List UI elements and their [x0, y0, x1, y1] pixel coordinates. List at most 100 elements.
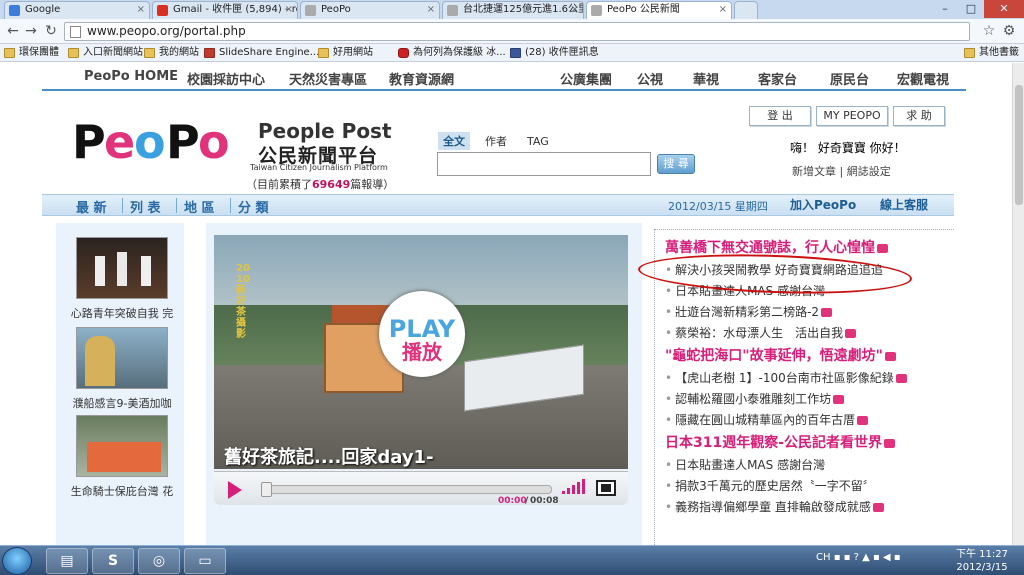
new-badge-icon: [895, 374, 907, 383]
headline-item[interactable]: 萬善橋下無交通號誌，行人心惶惶: [665, 237, 888, 257]
bookmark-item[interactable]: 為何列為保護級 冰...: [398, 46, 506, 60]
close-tab-icon[interactable]: ×: [571, 2, 579, 18]
bookmark-item[interactable]: SlideShare Engine...: [204, 46, 319, 60]
forward-arrow-icon[interactable]: →: [22, 22, 40, 40]
bookmark-label: 入口新聞網站: [83, 47, 143, 58]
logout-button[interactable]: 登 出: [749, 106, 811, 126]
new-tab-button[interactable]: [734, 1, 758, 19]
nav-indigenous[interactable]: 原民台: [830, 69, 869, 88]
close-tab-icon[interactable]: ×: [719, 2, 727, 18]
bookmark-item[interactable]: 入口新聞網站: [68, 46, 143, 60]
bookmark-item[interactable]: (28) 收件匣訊息: [510, 46, 599, 60]
headline-item[interactable]: • 隱藏在圓山城精華區內的百年古厝: [665, 411, 869, 428]
play-icon[interactable]: [228, 481, 242, 499]
bookmark-star-icon[interactable]: ☆: [980, 22, 998, 40]
my-peopo-button[interactable]: MY PEOPO: [816, 106, 888, 126]
headline-item[interactable]: • 捐款3千萬元的歷史居然〝一字不留〞: [665, 477, 875, 494]
search-tab-fulltext[interactable]: 全文: [438, 132, 470, 150]
search-input[interactable]: [437, 152, 651, 176]
new-article-link[interactable]: 新增文章: [792, 165, 836, 178]
window-icon[interactable]: ▭: [184, 548, 226, 574]
peopo-logo[interactable]: P e o P o: [72, 115, 252, 175]
nav-hakka[interactable]: 客家台: [758, 69, 797, 88]
browser-tab-gmail[interactable]: Gmail - 收件匣 (5,894) - rc ×: [152, 1, 298, 19]
thumbnail-image[interactable]: [76, 237, 168, 299]
window-close-icon[interactable]: ✕: [984, 0, 1024, 18]
headline-item[interactable]: 日本311週年觀察-公民記者看世界: [665, 432, 896, 452]
scrollbar-thumb[interactable]: [1015, 85, 1023, 205]
clock-date: 2012/3/15: [956, 562, 1008, 573]
secnav-list[interactable]: 列 表: [130, 197, 161, 216]
headline-item[interactable]: • 認輔松羅國小泰雅雕刻工作坊: [665, 390, 845, 407]
secnav-map[interactable]: 地 區: [184, 197, 215, 216]
headline-item[interactable]: • 蔡榮裕：水母漂人生 活出自我: [665, 324, 857, 341]
nav-cts[interactable]: 華視: [693, 69, 719, 88]
bookmark-item[interactable]: 我的網站: [144, 46, 199, 60]
bullet-icon: •: [665, 305, 673, 319]
progress-slider[interactable]: [261, 482, 552, 497]
volume-icon[interactable]: [560, 472, 592, 506]
reload-icon[interactable]: ↻: [42, 22, 60, 40]
maximize-icon[interactable]: □: [958, 0, 984, 18]
search-button[interactable]: 搜 尋: [657, 154, 695, 174]
browser-tab-article[interactable]: 台北捷運125億元進1.6公里 ×: [442, 1, 584, 19]
search-tab-author[interactable]: 作者: [480, 132, 512, 150]
close-tab-icon[interactable]: ×: [137, 2, 145, 18]
new-badge-icon: [845, 329, 857, 338]
nav-campus[interactable]: 校園採訪中心: [187, 69, 265, 88]
headline-text: 隱藏在圓山城精華區內的百年古厝: [675, 413, 856, 427]
taskbar-clock[interactable]: 下午 11:27 2012/3/15: [952, 548, 1012, 574]
explorer-icon[interactable]: ▤: [46, 548, 88, 574]
thumbnail-image[interactable]: [76, 327, 168, 389]
headline-item[interactable]: "龜蛇把海口"故事延伸，悟遠劇坊": [665, 345, 896, 365]
close-tab-icon[interactable]: ×: [285, 2, 293, 18]
url-text: www.peopo.org/portal.php: [87, 24, 246, 38]
new-badge-icon: [884, 438, 896, 448]
online-service-link[interactable]: 線上客服: [880, 196, 928, 213]
new-badge-icon: [833, 395, 845, 404]
wrench-menu-icon[interactable]: ⚙: [1000, 22, 1018, 40]
headline-item[interactable]: • 壯遊台灣新精彩第二榜路-2: [665, 303, 833, 320]
skype-icon[interactable]: S: [92, 548, 134, 574]
headline-item[interactable]: • 義務指導偏鄉學童 直排輪啟發成就感: [665, 498, 884, 515]
chrome-icon[interactable]: ◎: [138, 548, 180, 574]
browser-tab-active[interactable]: PeoPo 公民新聞 ×: [586, 1, 732, 19]
headline-item[interactable]: • 日本貼畫達人MAS 感謝台灣: [665, 456, 825, 473]
fullscreen-icon[interactable]: [596, 480, 616, 496]
nav-education[interactable]: 教育資源網: [389, 69, 454, 88]
nav-pts[interactable]: 公視: [637, 69, 663, 88]
divider: [230, 198, 231, 213]
thumbnail-caption[interactable]: 濮船感言9-美酒加咖: [60, 395, 184, 411]
close-tab-icon[interactable]: ×: [427, 2, 435, 18]
bookmark-item[interactable]: 好用網站: [318, 46, 373, 60]
secnav-latest[interactable]: 最 新: [76, 197, 107, 216]
nav-peopo-home[interactable]: PeoPo HOME: [84, 69, 178, 84]
browser-tab-peopo[interactable]: PeoPo ×: [300, 1, 440, 19]
back-arrow-icon[interactable]: ←: [4, 22, 22, 40]
progress-knob[interactable]: [261, 482, 272, 497]
bookmark-item[interactable]: 其他書籤: [964, 46, 1019, 60]
count-value: 69649: [312, 178, 351, 191]
start-button-icon[interactable]: [2, 547, 32, 575]
video-frame[interactable]: 2010新好茶攝影 PLAY 播放 舊好茶旅記....回家day1-: [214, 235, 628, 469]
thumbnail-caption[interactable]: 心路青年突破自我 完: [60, 305, 184, 321]
headline-item[interactable]: • 【虎山老樹 1】-100台南市社區影像紀錄: [665, 369, 907, 386]
bookmark-item[interactable]: 環保團體: [4, 46, 59, 60]
minimize-icon[interactable]: –: [932, 0, 958, 18]
top-navigation: PeoPo HOME 校園採訪中心 天然災害專區 教育資源網 公廣集團 公視 華…: [42, 63, 966, 91]
language-indicator[interactable]: CH: [816, 552, 831, 563]
blog-settings-link[interactable]: 網誌設定: [847, 165, 891, 178]
page-scrollbar[interactable]: [1012, 63, 1024, 545]
browser-tab-google[interactable]: Google ×: [4, 1, 150, 19]
thumbnail-image[interactable]: [76, 415, 168, 477]
help-button[interactable]: 求 助: [893, 106, 945, 126]
url-input[interactable]: www.peopo.org/portal.php: [64, 22, 970, 41]
search-tab-tag[interactable]: TAG: [522, 134, 554, 149]
video-title[interactable]: 舊好茶旅記....回家day1-: [224, 443, 434, 469]
nav-macro-tv[interactable]: 宏觀電視: [897, 69, 949, 88]
nav-disaster[interactable]: 天然災害專區: [289, 69, 367, 88]
secnav-category[interactable]: 分 類: [238, 197, 269, 216]
thumbnail-caption[interactable]: 生命騎士保庇台灣 花: [60, 483, 184, 499]
join-peopo-link[interactable]: 加入PeoPo: [790, 196, 856, 213]
nav-pts-group[interactable]: 公廣集團: [560, 69, 612, 88]
